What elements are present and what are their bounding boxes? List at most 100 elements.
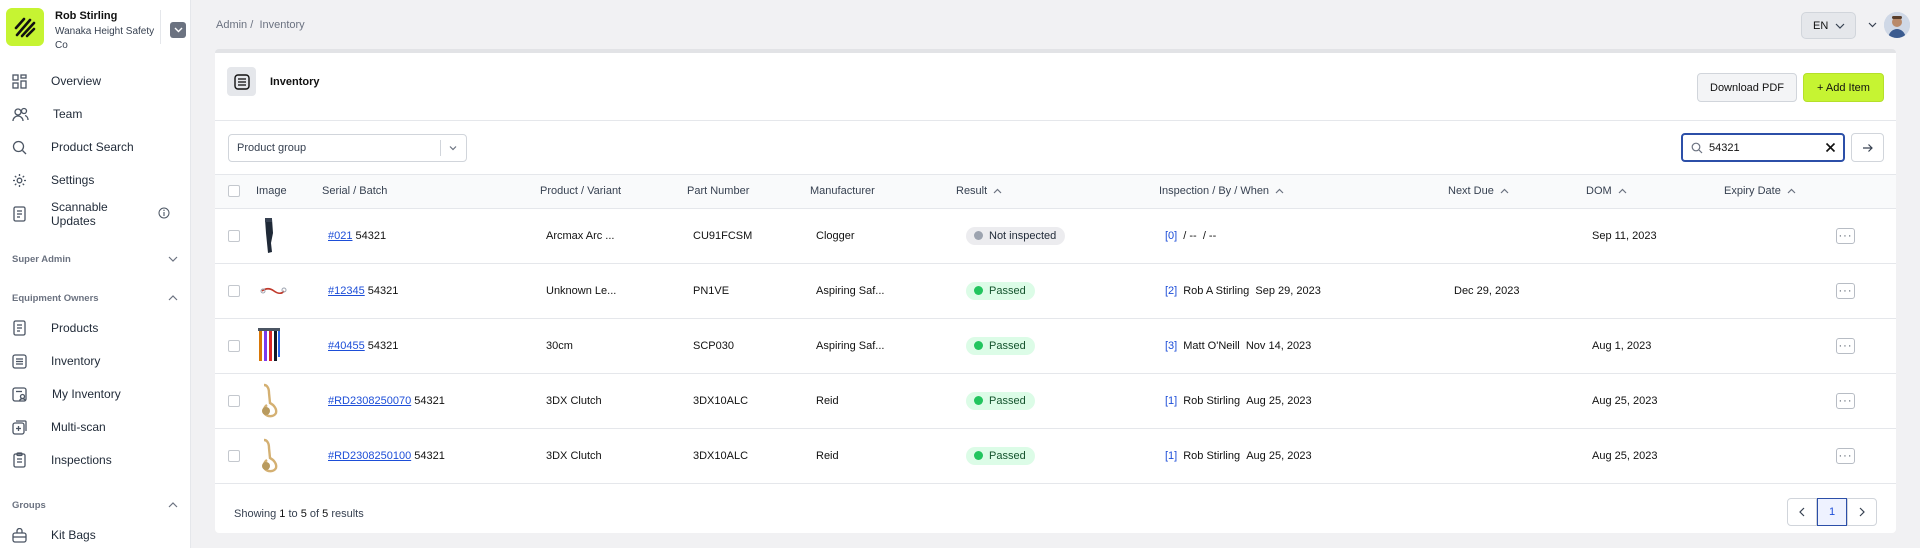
column-serial-batch[interactable]: Serial / Batch [309, 175, 527, 209]
search-icon [12, 140, 39, 155]
column-inspection[interactable]: Inspection / By / When [1146, 175, 1435, 209]
column-next-due[interactable]: Next Due [1435, 175, 1573, 209]
serial-link[interactable]: #40455 [328, 340, 365, 352]
status-label: Passed [989, 339, 1026, 352]
row-actions-button[interactable]: ··· [1836, 282, 1855, 299]
section-super-admin[interactable]: Super Admin [12, 251, 178, 267]
product-image [243, 428, 309, 484]
sort-icon [1500, 188, 1509, 194]
column-result[interactable]: Result [943, 175, 1146, 209]
sidebar-item-multi-scan[interactable]: Multi-scan [12, 416, 182, 438]
search-submit-button[interactable] [1851, 133, 1884, 162]
previous-page-button[interactable] [1787, 498, 1817, 526]
row-actions-button[interactable]: ··· [1836, 337, 1855, 354]
column-part-number[interactable]: Part Number [674, 175, 797, 209]
sidebar-item-settings[interactable]: Settings [12, 169, 182, 191]
of-label: of [309, 508, 320, 520]
chevron-down-icon [1868, 22, 1877, 28]
sidebar-item-kit-bags[interactable]: Kit Bags [12, 524, 182, 546]
inspection-count-link[interactable]: [2] [1165, 285, 1177, 297]
table-row[interactable]: #021 54321 Arcmax Arc ... CU91FCSM Clogger N… [215, 208, 1896, 264]
manufacturer-cell: Aspiring Saf... [797, 263, 943, 319]
status-badge: Passed [966, 281, 1035, 300]
table-row[interactable]: #12345 54321 Unknown Le... PN1VE Aspiring S… [215, 263, 1896, 319]
product-group-placeholder: Product group [237, 142, 307, 154]
column-manufacturer[interactable]: Manufacturer [797, 175, 943, 209]
sidebar-item-inspections[interactable]: Inspections [12, 449, 182, 471]
scan-icon [12, 419, 39, 435]
next-page-button[interactable] [1847, 498, 1877, 526]
sidebar-item-products[interactable]: Products [12, 317, 182, 339]
results-to: 5 [300, 508, 307, 520]
section-groups[interactable]: Groups [12, 497, 178, 513]
sidebar-item-team[interactable]: Team [12, 103, 182, 125]
add-item-button[interactable]: + Add Item [1803, 73, 1884, 102]
product-cell: 3DX Clutch [527, 373, 674, 429]
status-label: Passed [989, 394, 1026, 407]
column-next-due-label: Next Due [1448, 185, 1494, 198]
next-due-cell [1435, 208, 1573, 264]
status-badge: Not inspected [966, 226, 1066, 245]
row-checkbox[interactable] [228, 394, 240, 407]
user-menu[interactable] [1868, 12, 1910, 38]
sidebar-item-scannable-updates[interactable]: Scannable Updates [12, 200, 182, 228]
part-number-cell: 3DX10ALC [674, 373, 797, 429]
inspection-when: Aug 25, 2023 [1246, 394, 1312, 407]
search-input[interactable] [1709, 141, 1819, 154]
filter-bar: Product group [215, 121, 1896, 175]
inspection-by: / -- [1183, 229, 1197, 242]
select-all-checkbox[interactable] [228, 185, 240, 198]
product-image [243, 373, 309, 429]
serial-link[interactable]: #12345 [328, 285, 365, 297]
section-equipment-owners[interactable]: Equipment Owners [12, 290, 178, 306]
row-checkbox[interactable] [228, 339, 240, 352]
sidebar-item-inventory[interactable]: Inventory [12, 350, 182, 372]
status-label: Not inspected [989, 229, 1057, 242]
inspection-by: Matt O'Neill [1183, 339, 1240, 352]
product-group-select[interactable]: Product group [228, 134, 467, 162]
serial-link[interactable]: #021 [328, 230, 352, 242]
language-select[interactable]: EN [1801, 12, 1856, 39]
row-checkbox[interactable] [228, 284, 240, 297]
sidebar-item-product-search[interactable]: Product Search [12, 136, 182, 158]
chevron-down-icon[interactable] [170, 22, 186, 38]
download-pdf-button[interactable]: Download PDF [1697, 73, 1797, 102]
list-icon [12, 353, 39, 369]
row-checkbox[interactable] [228, 449, 240, 462]
row-checkbox[interactable] [228, 229, 240, 242]
page-button-current[interactable]: 1 [1817, 498, 1847, 526]
row-actions-button[interactable]: ··· [1836, 227, 1855, 244]
product-image [243, 208, 309, 264]
inspection-count-link[interactable]: [3] [1165, 340, 1177, 352]
manufacturer-cell: Reid [797, 428, 943, 484]
inspection-when: / -- [1202, 229, 1217, 242]
user-name: Rob Stirling [55, 10, 118, 22]
sidebar-item-my-inventory[interactable]: My Inventory [12, 383, 182, 405]
chevron-up-icon [168, 502, 178, 508]
serial-link[interactable]: #RD2308250070 [328, 395, 411, 407]
close-icon[interactable] [1824, 141, 1837, 154]
inspection-count-link[interactable]: [1] [1165, 450, 1177, 462]
chevron-left-icon [1799, 507, 1805, 517]
sort-icon [993, 188, 1002, 194]
table-row[interactable]: #40455 54321 30cm SCP030 Aspiring Saf... Pas… [215, 318, 1896, 374]
account-switcher[interactable]: Rob Stirling Wanaka Height Safety Co [6, 8, 186, 52]
table-row[interactable]: #RD2308250070 54321 3DX Clutch 3DX10ALC Rei… [215, 373, 1896, 429]
table-row[interactable]: #RD2308250100 54321 3DX Clutch 3DX10ALC Rei… [215, 428, 1896, 484]
serial-link[interactable]: #RD2308250100 [328, 450, 411, 462]
product-image [243, 263, 309, 319]
inspection-count-link[interactable]: [1] [1165, 395, 1177, 407]
column-expiry-date[interactable]: Expiry Date [1711, 175, 1811, 209]
row-actions-button[interactable]: ··· [1836, 447, 1855, 464]
sidebar-item-overview[interactable]: Overview [12, 70, 182, 92]
inspection-count-link[interactable]: [0] [1165, 230, 1177, 242]
pagination: 1 [1787, 498, 1877, 526]
column-dom[interactable]: DOM [1573, 175, 1711, 209]
info-icon[interactable] [158, 207, 182, 222]
row-actions-button[interactable]: ··· [1836, 392, 1855, 409]
breadcrumb-admin[interactable]: Admin [216, 19, 247, 31]
avatar [1884, 12, 1910, 38]
select-separator [440, 140, 441, 156]
column-product-variant[interactable]: Product / Variant [527, 175, 674, 209]
expiry-cell [1711, 373, 1811, 429]
